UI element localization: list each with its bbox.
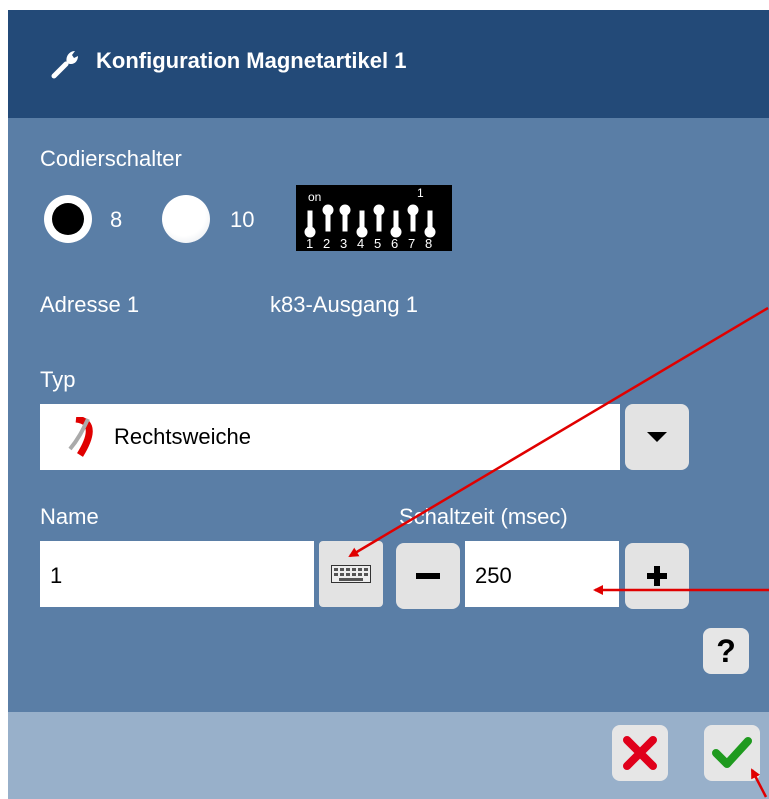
cancel-button[interactable] <box>612 725 668 781</box>
decrement-button[interactable] <box>396 543 460 609</box>
dip-number: 2 <box>323 236 330 251</box>
schaltzeit-label: Schaltzeit (msec) <box>399 504 568 529</box>
help-button[interactable]: ? <box>703 628 749 674</box>
typ-dropdown-button[interactable] <box>625 404 689 470</box>
dip-number: 3 <box>340 236 347 251</box>
keyboard-button[interactable] <box>319 541 383 607</box>
radio-8-label: 8 <box>110 207 123 232</box>
dip-number: 5 <box>374 236 381 251</box>
dip-one-label: 1 <box>417 186 424 200</box>
radio-8[interactable] <box>44 195 92 243</box>
keyboard-icon <box>331 565 371 583</box>
dialog-title: Konfiguration Magnetartikel 1 <box>96 48 407 73</box>
dip-number: 7 <box>408 236 415 251</box>
address-label: Adresse 1 <box>40 292 140 317</box>
radio-10[interactable] <box>162 195 210 243</box>
plus-icon <box>647 566 667 586</box>
name-value: 1 <box>50 563 63 588</box>
dip-on-label: on <box>308 190 321 204</box>
dip-switch-icon: on 1 1 2 3 4 5 6 7 8 <box>296 185 452 251</box>
help-label: ? <box>716 633 736 669</box>
confirm-button[interactable] <box>704 725 760 781</box>
typ-label: Typ <box>40 367 76 392</box>
close-icon <box>623 736 657 770</box>
checkmark-icon <box>712 737 752 768</box>
minus-icon <box>416 573 440 579</box>
output-label: k83-Ausgang 1 <box>270 292 418 317</box>
dip-number: 6 <box>391 236 398 251</box>
schaltzeit-value: 250 <box>475 563 512 588</box>
name-label: Name <box>40 504 99 529</box>
schaltzeit-input[interactable]: 250 <box>465 541 619 607</box>
turnout-right-icon <box>68 417 93 457</box>
typ-select[interactable]: Rechtsweiche <box>40 404 620 470</box>
radio-10-label: 10 <box>230 207 255 232</box>
dip-number: 1 <box>306 236 313 251</box>
chevron-down-icon <box>647 432 667 442</box>
dip-number: 8 <box>425 236 432 251</box>
codierschalter-label: Codierschalter <box>40 146 182 171</box>
increment-button[interactable] <box>625 543 689 609</box>
name-input[interactable]: 1 <box>40 541 314 607</box>
wrench-icon <box>51 51 78 79</box>
dip-number: 4 <box>357 236 364 251</box>
typ-value: Rechtsweiche <box>114 424 251 449</box>
radio-selected-dot <box>52 203 84 235</box>
